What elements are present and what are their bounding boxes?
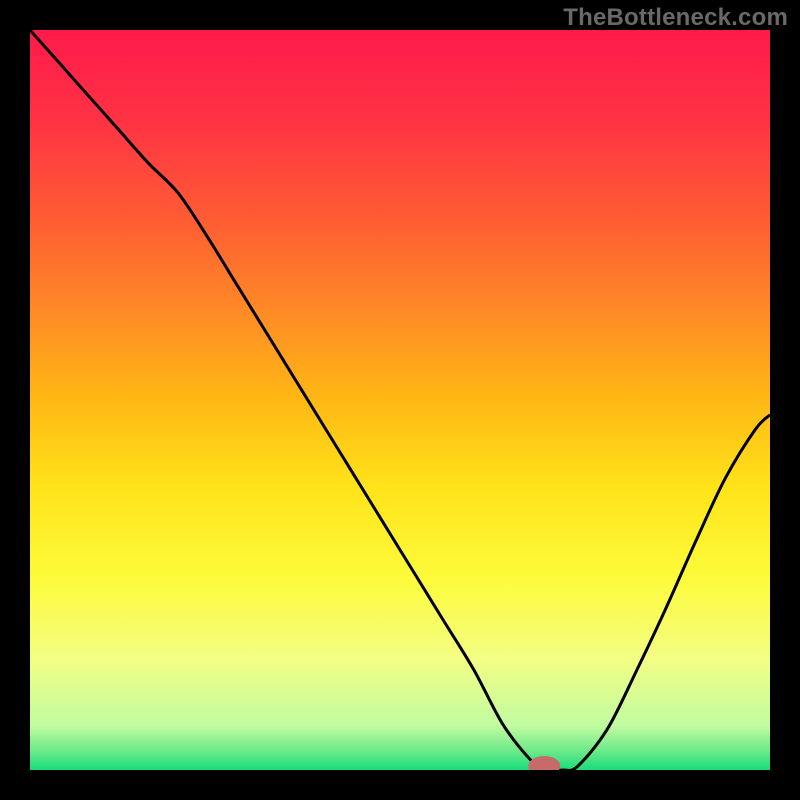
watermark-text: TheBottleneck.com <box>563 4 788 32</box>
gradient-background <box>30 30 770 770</box>
plot-area <box>30 30 770 770</box>
plot-svg <box>30 30 770 770</box>
chart-frame: TheBottleneck.com <box>0 0 800 800</box>
